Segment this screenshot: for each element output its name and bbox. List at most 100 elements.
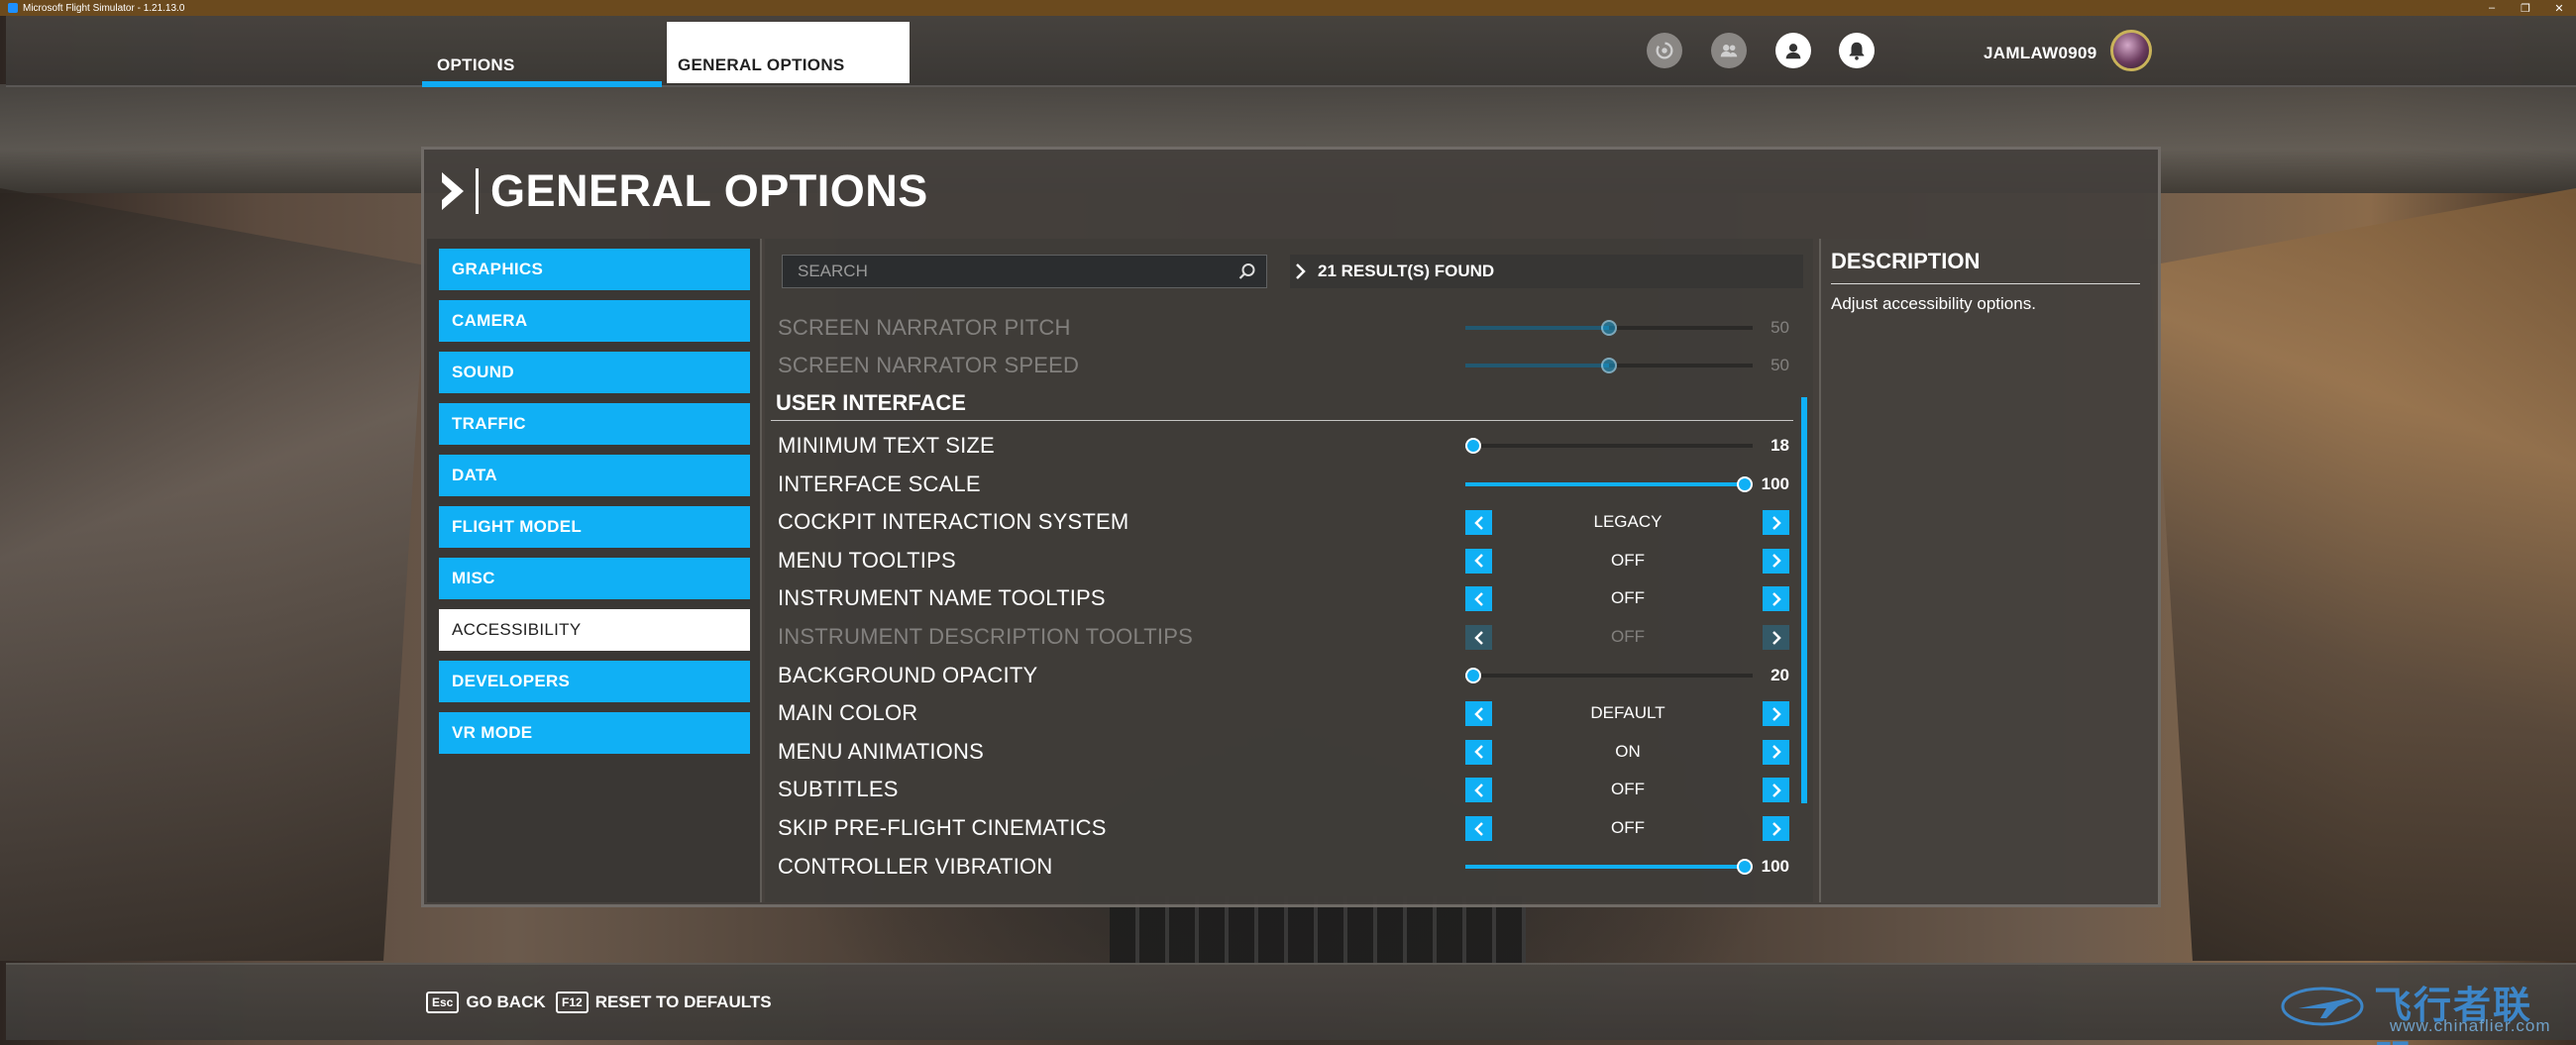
profile-icon[interactable]: [1775, 33, 1811, 68]
activity-icon[interactable]: [1647, 33, 1682, 68]
friends-icon[interactable]: [1711, 33, 1747, 68]
chevron-right-icon: [1296, 263, 1306, 279]
minimize-button[interactable]: –: [2475, 2, 2509, 15]
category-misc[interactable]: MISC: [439, 558, 750, 599]
tab-options[interactable]: OPTIONS: [422, 16, 662, 87]
window-title: Microsoft Flight Simulator - 1.21.13.0: [23, 2, 185, 14]
slider-value: 100: [1761, 856, 1789, 876]
option-label: INSTRUMENT NAME TOOLTIPS: [778, 585, 1106, 611]
results-text: 21 RESULT(S) FOUND: [1318, 261, 1495, 280]
previous-arrow-icon[interactable]: [1465, 586, 1492, 612]
close-button[interactable]: ✕: [2542, 2, 2576, 15]
option-row-subtitles: SUBTITLES OFF: [771, 771, 1793, 808]
option-label: SCREEN NARRATOR SPEED: [778, 353, 1080, 377]
slider[interactable]: 20: [1462, 657, 1793, 694]
option-row-minimum-text-size: MINIMUM TEXT SIZE 18: [771, 427, 1793, 465]
category-traffic[interactable]: TRAFFIC: [439, 403, 750, 445]
next-arrow-icon[interactable]: [1763, 739, 1789, 765]
choice-selector: OFF: [1462, 579, 1793, 617]
slider-value: 50: [1771, 356, 1789, 374]
slider[interactable]: 100: [1462, 466, 1793, 503]
slider-thumb[interactable]: [1601, 320, 1617, 336]
category-camera[interactable]: CAMERA: [439, 300, 750, 342]
option-label: MAIN COLOR: [778, 700, 918, 726]
next-arrow-icon[interactable]: [1763, 510, 1789, 536]
section-user-interface: USER INTERFACE: [771, 387, 1793, 421]
category-data[interactable]: DATA: [439, 455, 750, 496]
go-back-label: GO BACK: [466, 993, 546, 1011]
previous-arrow-icon[interactable]: [1465, 778, 1492, 803]
option-label: INSTRUMENT DESCRIPTION TOOLTIPS: [778, 624, 1193, 649]
previous-arrow-icon[interactable]: [1465, 548, 1492, 574]
page-title: GENERAL OPTIONS: [490, 165, 928, 216]
option-row-instrument-description-tooltips: INSTRUMENT DESCRIPTION TOOLTIPS OFF: [771, 618, 1793, 656]
next-arrow-icon[interactable]: [1763, 816, 1789, 841]
slider-thumb[interactable]: [1465, 438, 1481, 454]
option-label: BACKGROUND OPACITY: [778, 662, 1038, 687]
category-flight-model[interactable]: FLIGHT MODEL: [439, 506, 750, 548]
next-arrow-icon[interactable]: [1763, 586, 1789, 612]
choice-selector: ON: [1462, 733, 1793, 771]
option-label: MENU TOOLTIPS: [778, 547, 956, 573]
general-options-panel: GENERAL OPTIONS GRAPHICS CAMERA SOUND TR…: [421, 147, 2161, 907]
slider-thumb[interactable]: [1465, 667, 1481, 683]
options-list: 21 RESULT(S) FOUND SCREEN NARRATOR PITCH…: [765, 239, 1813, 902]
choice-value: OFF: [1611, 818, 1645, 837]
tab-active-underline: [422, 81, 662, 87]
option-row-menu-animations: MENU ANIMATIONS ON: [771, 733, 1793, 771]
next-arrow-icon[interactable]: [1763, 778, 1789, 803]
search-icon[interactable]: [1238, 262, 1256, 280]
avatar[interactable]: [2110, 30, 2152, 71]
username[interactable]: JAMLAW0909: [1984, 44, 2096, 63]
choice-value: OFF: [1611, 588, 1645, 608]
tab-general-options-label: GENERAL OPTIONS: [678, 55, 845, 74]
option-label: INTERFACE SCALE: [778, 470, 981, 496]
option-label: SKIP PRE-FLIGHT CINEMATICS: [778, 815, 1107, 840]
slider-track[interactable]: [1465, 673, 1753, 678]
previous-arrow-icon[interactable]: [1465, 739, 1492, 765]
category-graphics[interactable]: GRAPHICS: [439, 249, 750, 290]
slider[interactable]: 50: [1462, 347, 1793, 384]
search-box[interactable]: [782, 255, 1267, 288]
option-label: SCREEN NARRATOR PITCH: [778, 315, 1071, 340]
app-icon: [8, 3, 18, 13]
category-sound[interactable]: SOUND: [439, 352, 750, 393]
option-row-skip-pre-flight-cinematics: SKIP PRE-FLIGHT CINEMATICS OFF: [771, 809, 1793, 847]
esc-key-icon: Esc: [426, 992, 460, 1013]
previous-arrow-icon[interactable]: [1465, 816, 1492, 841]
previous-arrow-icon: [1465, 625, 1492, 650]
notifications-icon[interactable]: [1839, 33, 1875, 68]
category-developers[interactable]: DEVELOPERS: [439, 661, 750, 702]
slider-thumb[interactable]: [1737, 858, 1753, 875]
slider-track[interactable]: [1465, 444, 1753, 448]
reset-defaults-button[interactable]: F12 RESET TO DEFAULTS: [556, 992, 772, 1013]
category-list: GRAPHICS CAMERA SOUND TRAFFIC DATA FLIGH…: [427, 239, 762, 902]
next-arrow-icon[interactable]: [1763, 701, 1789, 727]
tab-general-options[interactable]: GENERAL OPTIONS: [667, 22, 910, 83]
category-accessibility[interactable]: ACCESSIBILITY: [439, 609, 750, 651]
options-scrollbar[interactable]: [1801, 397, 1807, 803]
slider-value: 50: [1771, 318, 1789, 337]
category-vr-mode[interactable]: VR MODE: [439, 712, 750, 754]
choice-value: OFF: [1611, 550, 1645, 570]
slider-fill: [1465, 864, 1745, 869]
slider[interactable]: 100: [1462, 848, 1793, 886]
slider-thumb[interactable]: [1601, 358, 1617, 373]
chevron-right-icon: [442, 172, 464, 210]
slider-thumb[interactable]: [1737, 475, 1753, 492]
window-titlebar: Microsoft Flight Simulator - 1.21.13.0 –…: [0, 0, 2576, 16]
option-row-cockpit-interaction-system: COCKPIT INTERACTION SYSTEM LEGACY: [771, 503, 1793, 541]
choice-selector: OFF: [1462, 771, 1793, 808]
slider[interactable]: 18: [1462, 427, 1793, 465]
option-row-background-opacity: BACKGROUND OPACITY 20: [771, 657, 1793, 694]
next-arrow-icon[interactable]: [1763, 548, 1789, 574]
option-label: COCKPIT INTERACTION SYSTEM: [778, 509, 1129, 535]
previous-arrow-icon[interactable]: [1465, 510, 1492, 536]
go-back-button[interactable]: Esc GO BACK: [426, 992, 546, 1013]
maximize-button[interactable]: ❐: [2509, 2, 2542, 15]
slider[interactable]: 50: [1462, 309, 1793, 347]
option-row-screen-narrator-speed: SCREEN NARRATOR SPEED 50: [771, 347, 1793, 384]
search-input[interactable]: [798, 261, 1214, 281]
panel-header: GENERAL OPTIONS: [424, 150, 2158, 233]
previous-arrow-icon[interactable]: [1465, 701, 1492, 727]
